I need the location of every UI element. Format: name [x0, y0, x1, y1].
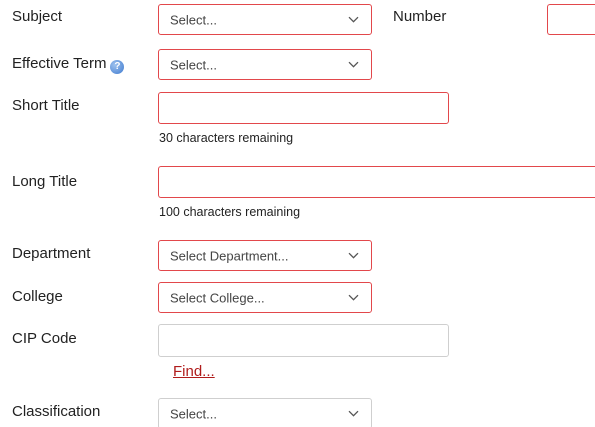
course-form: Subject Select... Number Effective Term?…	[0, 0, 595, 427]
classification-label: Classification	[12, 403, 101, 420]
short-title-input[interactable]	[158, 92, 449, 124]
cip-code-label: CIP Code	[12, 330, 77, 347]
college-select[interactable]: Select College...	[158, 282, 372, 313]
number-label: Number	[393, 8, 447, 25]
subject-label: Subject	[12, 8, 63, 25]
classification-select[interactable]: Select...	[158, 398, 372, 427]
college-select-value: Select College...	[170, 290, 265, 305]
chevron-down-icon	[348, 294, 359, 301]
long-title-input[interactable]	[158, 166, 595, 198]
cip-code-input[interactable]	[158, 324, 449, 357]
chevron-down-icon	[348, 61, 359, 68]
college-label: College	[12, 288, 63, 305]
short-title-char-count: 30 characters remaining	[159, 131, 294, 145]
number-input[interactable]	[547, 4, 595, 35]
effective-term-select[interactable]: Select...	[158, 49, 372, 80]
long-title-char-count: 100 characters remaining	[159, 205, 301, 219]
find-cip-link[interactable]: Find...	[173, 363, 215, 380]
department-select-value: Select Department...	[170, 248, 289, 263]
chevron-down-icon	[348, 16, 359, 23]
effective-term-select-value: Select...	[170, 57, 217, 72]
effective-term-label: Effective Term?	[12, 55, 125, 74]
chevron-down-icon	[348, 410, 359, 417]
department-select[interactable]: Select Department...	[158, 240, 372, 271]
subject-select-value: Select...	[170, 12, 217, 27]
classification-select-value: Select...	[170, 406, 217, 421]
long-title-label: Long Title	[12, 173, 78, 190]
help-icon[interactable]: ?	[110, 60, 125, 74]
chevron-down-icon	[348, 252, 359, 259]
short-title-label: Short Title	[12, 97, 80, 114]
department-label: Department	[12, 245, 91, 262]
subject-select[interactable]: Select...	[158, 4, 372, 35]
effective-term-label-text: Effective Term	[12, 55, 107, 72]
